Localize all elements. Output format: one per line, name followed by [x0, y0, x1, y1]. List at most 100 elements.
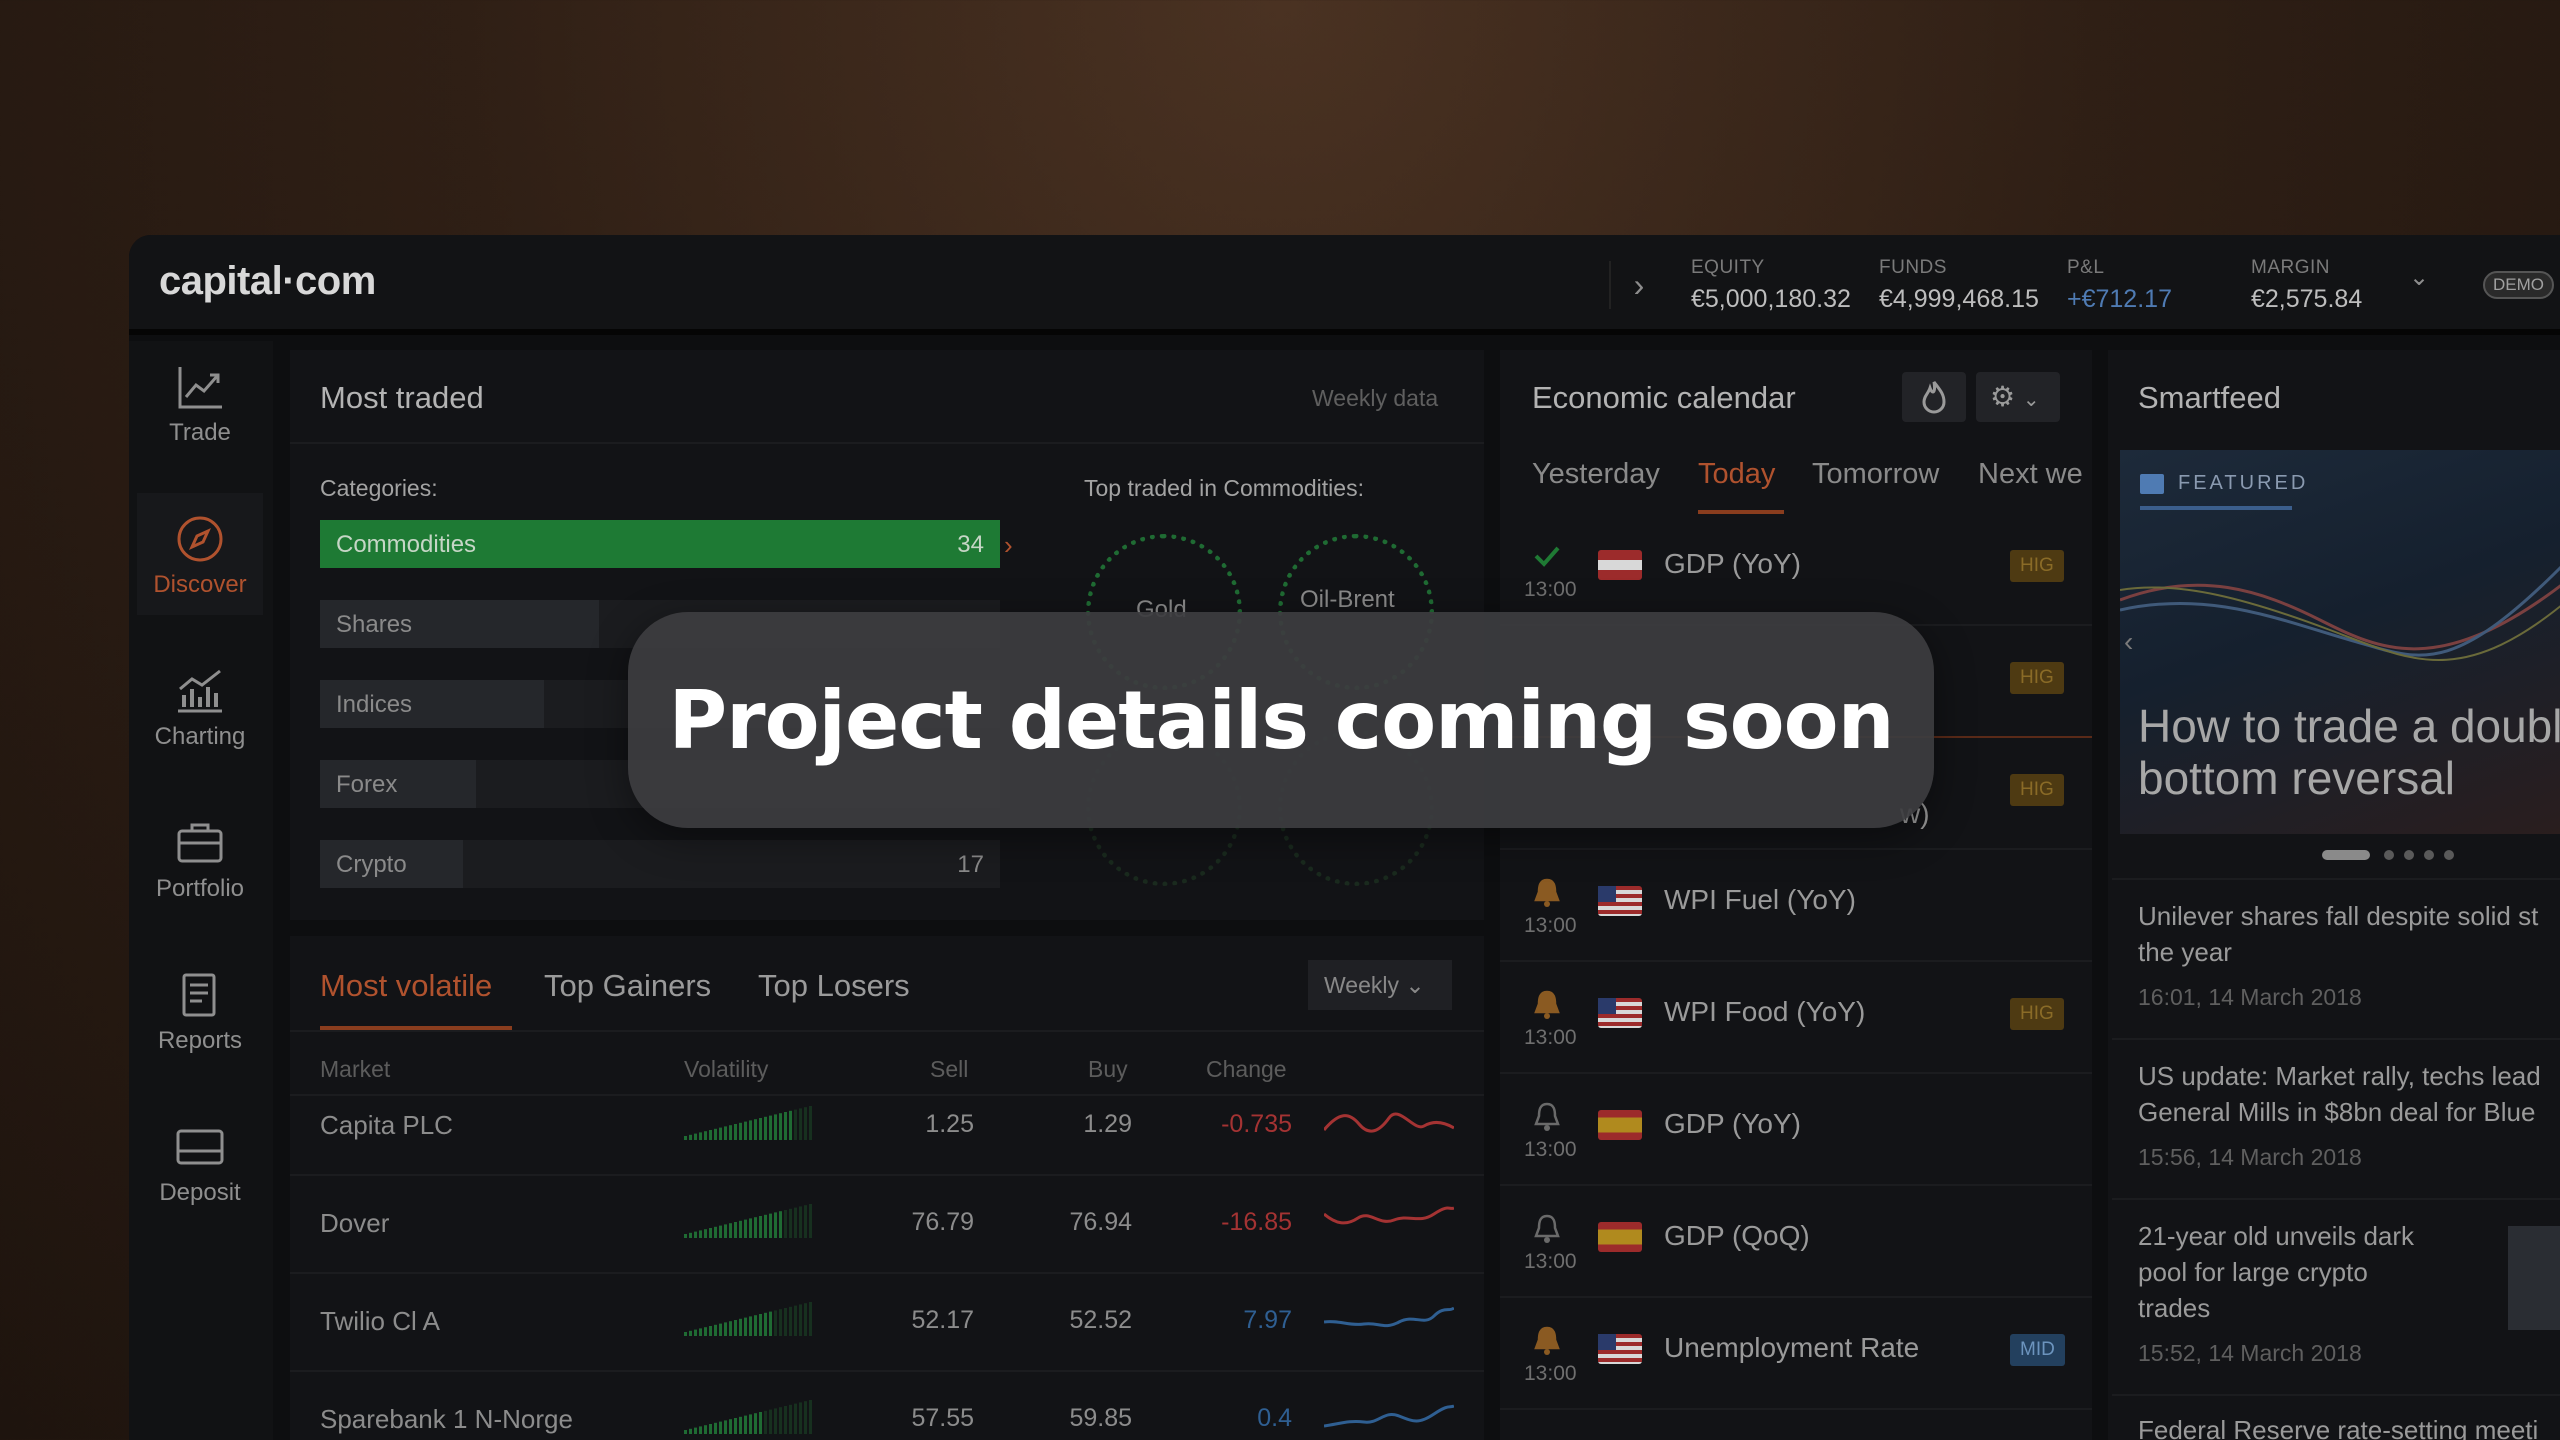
news-item[interactable]: Unilever shares fall despite solid st th… [2138, 898, 2538, 970]
news-timestamp: 16:01, 14 March 2018 [2138, 984, 2362, 1010]
chart-up-icon [178, 367, 222, 409]
sparkline [1324, 1404, 1454, 1428]
news-headline-line: the year [2138, 937, 2232, 967]
pnl-stat: P&L +€712.17 [2067, 257, 2172, 314]
event-time: 13:00 [1524, 914, 1577, 937]
demo-badge[interactable]: DEMO [2483, 271, 2554, 299]
news-headline-line: pool for large crypto [2138, 1257, 2368, 1287]
sidebar-item-reports[interactable]: Reports [137, 949, 263, 1071]
carousel-dot[interactable] [2424, 850, 2434, 860]
category-name: Shares [336, 611, 413, 638]
bell-icon[interactable] [1532, 1100, 1562, 1132]
overlay-text: Project details coming soon [668, 673, 1894, 767]
funds-value: €4,999,468.15 [1879, 285, 2039, 313]
carousel-dot[interactable] [2444, 850, 2454, 860]
bell-icon[interactable] [1532, 1324, 1562, 1356]
margin-label: MARGIN [2251, 257, 2330, 278]
featured-title[interactable]: How to trade a doubl bottom reversal [2138, 700, 2560, 804]
margin-value: €2,575.84 [2251, 285, 2363, 313]
event-name: WPI Food (YoY) [1664, 996, 1866, 1027]
news-item[interactable]: 21-year old unveils dark pool for large … [2138, 1218, 2414, 1326]
capital-com-logo[interactable]: capital·com [159, 259, 376, 304]
chevron-right-icon[interactable]: › [1609, 261, 1653, 309]
bell-icon[interactable] [1532, 876, 1562, 908]
tab-yesterday[interactable]: Yesterday [1532, 458, 1660, 491]
divider [2112, 1394, 2560, 1396]
sidebar-item-charting[interactable]: Charting [137, 645, 263, 767]
sidebar-item-discover[interactable]: Discover [137, 493, 263, 615]
header-sell[interactable]: Sell [930, 1056, 968, 1083]
event-name: GDP (YoY) [1664, 548, 1801, 579]
news-item[interactable]: US update: Market rally, techs lead Gene… [2138, 1058, 2541, 1130]
tab-most-volatile[interactable]: Most volatile [320, 968, 492, 1004]
impact-badge: HIG [2010, 550, 2064, 582]
sidebar-item-label: Charting [154, 723, 246, 750]
chevron-down-icon: ⌄ [1405, 972, 1425, 998]
impact-badge: MID [2010, 1334, 2065, 1366]
sidebar-item-label: Trade [169, 419, 231, 446]
sidebar-item-label: Portfolio [155, 875, 245, 902]
table-row[interactable] [290, 1276, 1484, 1372]
star-icon [2140, 474, 2164, 494]
news-thumbnail[interactable] [2508, 1226, 2560, 1330]
chevron-down-icon[interactable]: ⌄ [2409, 263, 2429, 292]
news-timestamp: 15:56, 14 March 2018 [2138, 1144, 2362, 1170]
tab-tomorrow[interactable]: Tomorrow [1812, 458, 1939, 491]
tab-today[interactable]: Today [1698, 458, 1775, 491]
flame-button[interactable] [1902, 372, 1966, 422]
divider [290, 1272, 1484, 1274]
volatility-bars [684, 1302, 812, 1336]
pnl-label: P&L [2067, 257, 2105, 278]
divider [2112, 1198, 2560, 1200]
volatility-bars [684, 1204, 812, 1238]
featured-underline [2140, 506, 2292, 510]
header-volatility[interactable]: Volatility [684, 1056, 768, 1083]
check-icon[interactable] [1532, 540, 1562, 572]
carousel-dot-active[interactable] [2322, 850, 2370, 860]
sidebar-item-label: Deposit [159, 1179, 241, 1206]
buy-price: 76.94 [1069, 1208, 1132, 1236]
chevron-left-icon[interactable]: ‹ [2124, 626, 2133, 658]
tab-top-gainers[interactable]: Top Gainers [544, 968, 711, 1004]
tab-next-week[interactable]: Next we [1978, 458, 2083, 491]
market-name: Capita PLC [320, 1110, 453, 1140]
divider [1500, 1296, 2092, 1298]
settings-dropdown[interactable]: ⚙ ⌄ [1976, 372, 2060, 422]
volatility-bars [684, 1106, 812, 1140]
impact-badge: HIG [2010, 774, 2064, 806]
divider [1500, 1072, 2092, 1074]
economic-calendar-title: Economic calendar [1532, 380, 1796, 415]
flag-es-icon [1598, 1110, 1642, 1140]
top-bar: capital·com › EQUITY €5,000,180.32 FUNDS… [129, 235, 2560, 335]
period-dropdown[interactable]: Weekly ⌄ [1308, 960, 1452, 1010]
category-name: Commodities [336, 531, 477, 558]
category-commodities[interactable]: Commodities 34 [320, 520, 1000, 568]
bell-icon[interactable] [1532, 1212, 1562, 1244]
event-name: Unemployment Rate [1664, 1332, 1920, 1363]
equity-label: EQUITY [1691, 257, 1765, 278]
carousel-dot[interactable] [2404, 850, 2414, 860]
sidebar-item-trade[interactable]: Trade [137, 341, 263, 463]
featured-title-line: How to trade a doubl [2138, 700, 2560, 752]
divider [2112, 1038, 2560, 1040]
categories-label: Categories: [320, 475, 438, 501]
event-name: GDP (QoQ) [1664, 1220, 1810, 1251]
sidebar-item-label: Discover [153, 571, 247, 598]
table-row[interactable] [290, 1178, 1484, 1274]
category-crypto[interactable]: Crypto 17 [320, 840, 1000, 888]
oil-brent-label: Oil-Brent [1300, 586, 1395, 613]
carousel-dot[interactable] [2384, 850, 2394, 860]
table-row[interactable] [290, 1080, 1484, 1176]
sidebar-item-deposit[interactable]: Deposit [137, 1101, 263, 1223]
period-value: Weekly [1324, 972, 1399, 998]
bell-icon[interactable] [1532, 988, 1562, 1020]
sidebar-item-portfolio[interactable]: Portfolio [137, 797, 263, 919]
flag-us-icon [1598, 998, 1642, 1028]
category-count: 34 [957, 531, 984, 558]
change-value: -16.85 [1221, 1208, 1292, 1236]
header-buy[interactable]: Buy [1088, 1056, 1128, 1083]
header-market[interactable]: Market [320, 1056, 390, 1083]
news-item[interactable]: Federal Reserve rate-setting meeti [2138, 1412, 2538, 1440]
header-change[interactable]: Change [1206, 1056, 1287, 1083]
tab-top-losers[interactable]: Top Losers [758, 968, 910, 1004]
